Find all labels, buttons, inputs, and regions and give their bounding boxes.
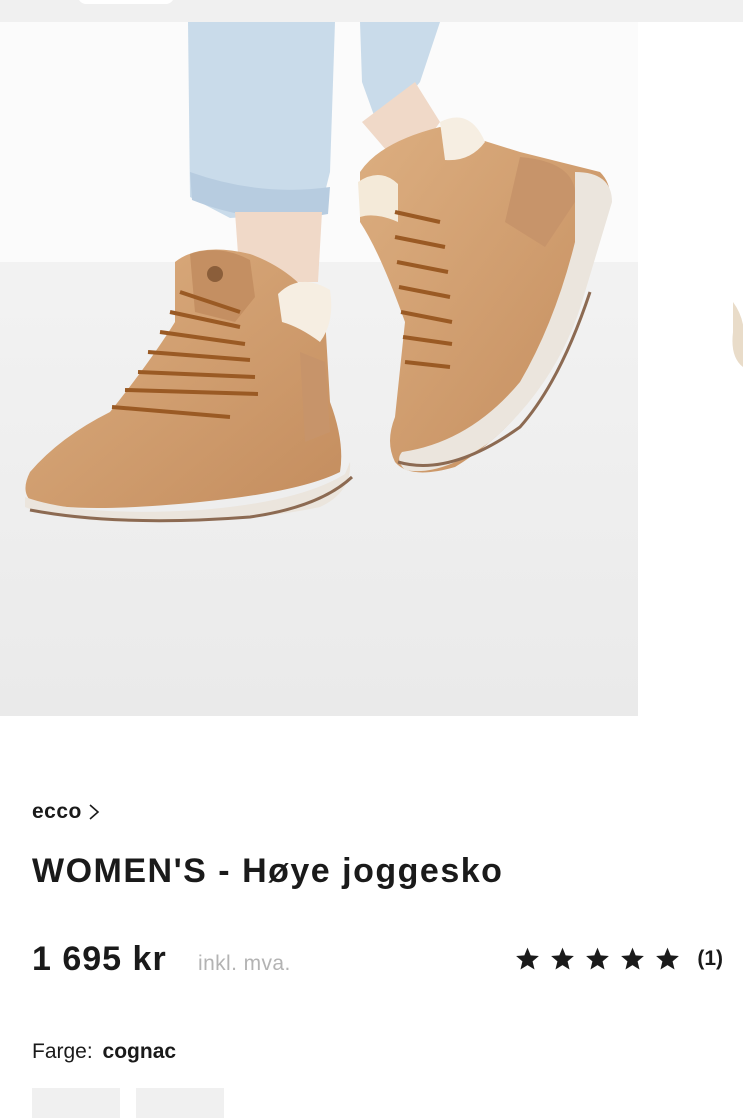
star-icon [656,947,680,970]
chevron-right-icon [89,804,100,820]
product-price: 1 695 kr [32,940,167,978]
top-bar [0,0,743,22]
star-icon [621,947,645,970]
brand-link[interactable]: ecco [32,800,100,824]
next-image-peek[interactable] [638,22,743,716]
star-icon [516,947,540,970]
rating-stars [514,946,681,972]
vat-note: inkl. mva. [198,952,291,975]
color-selection: Farge: cognac [32,1040,176,1064]
product-image [0,22,638,716]
rating-summary[interactable]: (1) [514,946,723,972]
color-label: Farge: [32,1040,93,1063]
color-value: cognac [102,1040,177,1063]
top-pill[interactable] [78,0,174,4]
star-icon [586,947,610,970]
color-swatch-alternate[interactable] [136,1088,224,1118]
rating-count: (1) [697,947,723,970]
color-swatch-cognac[interactable] [32,1088,120,1118]
brand-name: ecco [32,800,82,823]
star-icon [551,947,575,970]
product-image-gallery[interactable] [0,22,743,716]
product-title: WOMEN'S - Høye joggesko [32,852,504,890]
